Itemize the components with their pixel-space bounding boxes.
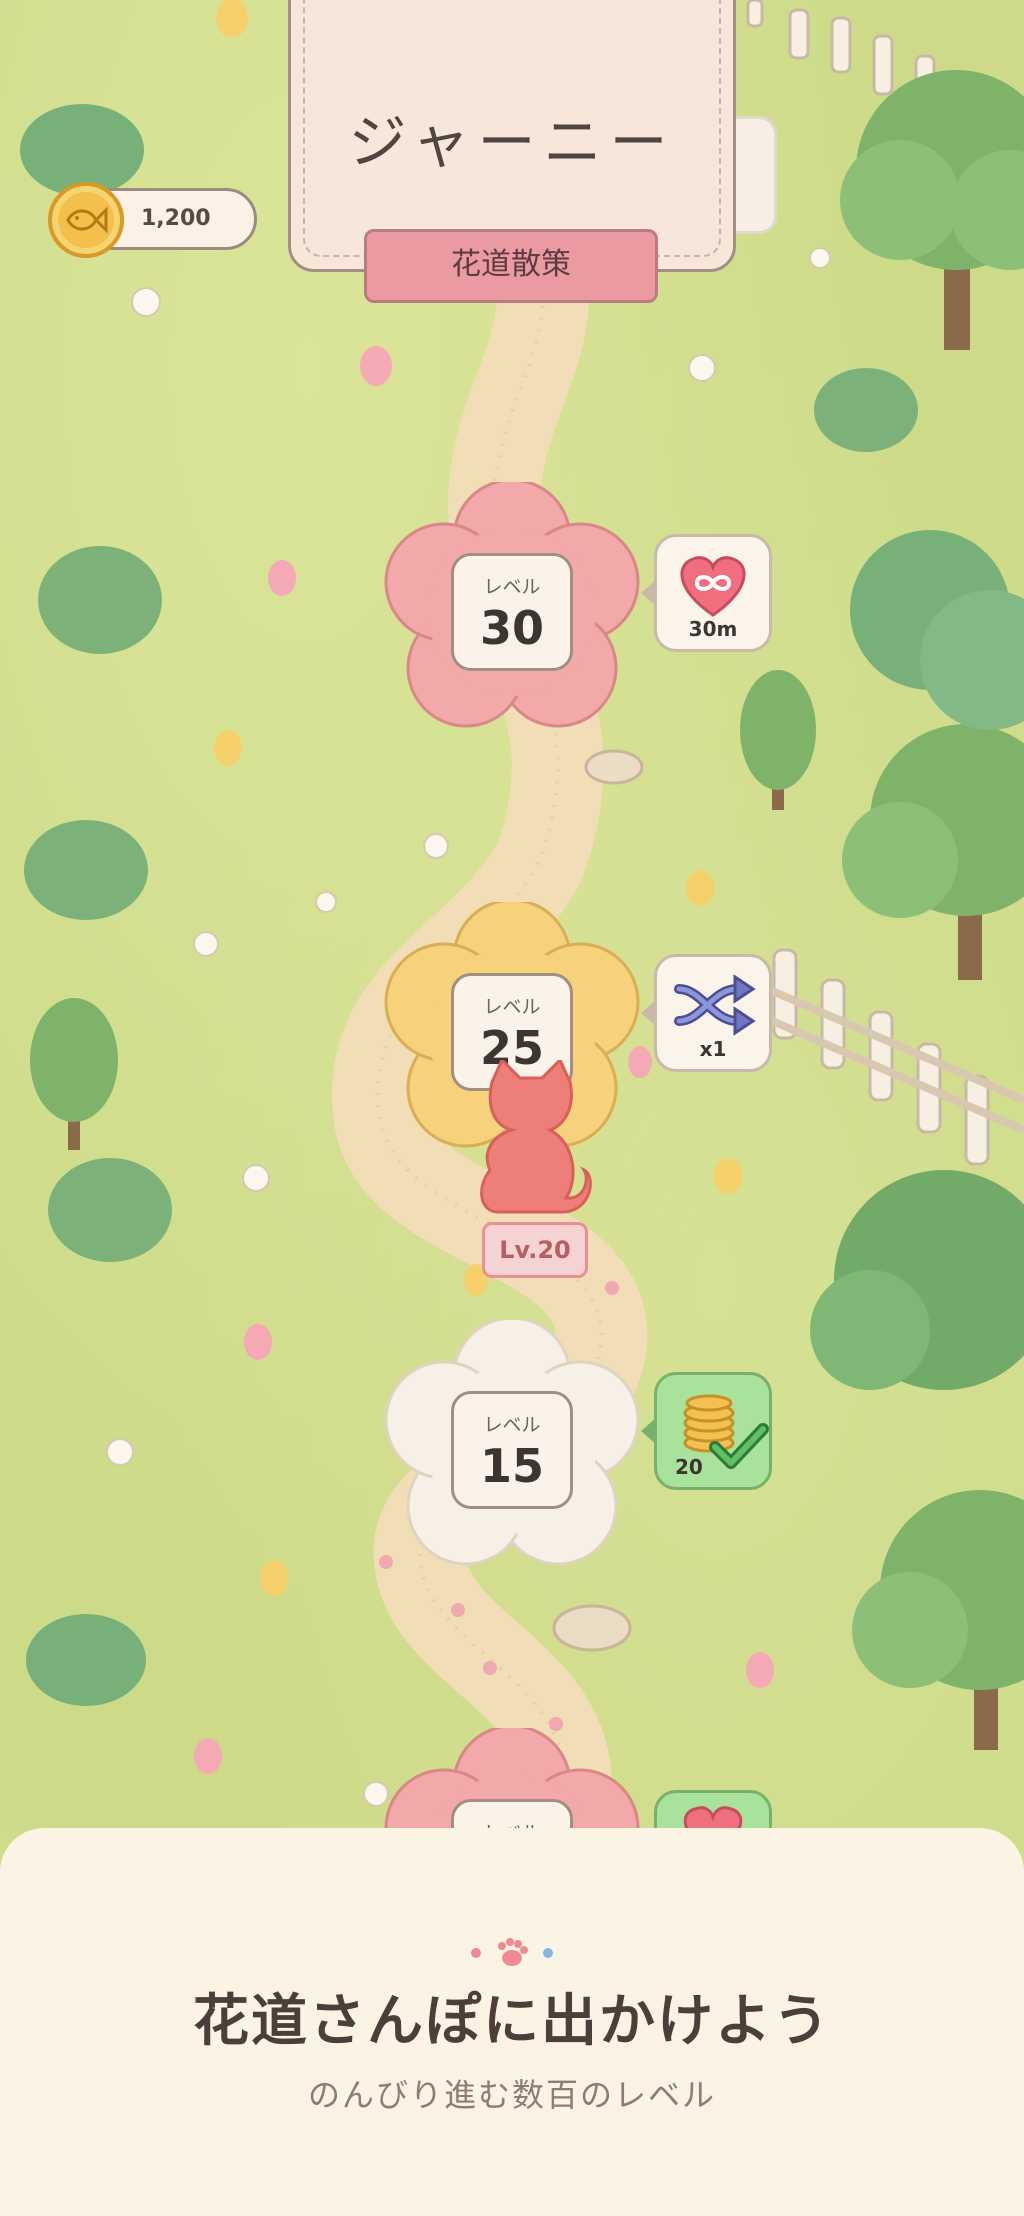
promo-subline: のんびり進む数百のレベル [307,2076,716,2114]
currency-amount: 1,200 [141,206,211,231]
level-box: レベル 15 [451,1391,573,1509]
journey-subtitle-chip: 花道散策 [364,229,658,303]
level-node-next[interactable]: レベル [382,1724,642,1830]
reward-level-25[interactable]: x1 [641,954,772,1072]
infinite-heart-icon [680,556,746,617]
reward-text: 20 [675,1455,703,1479]
shuffle-icon [674,974,756,1036]
level-number: 15 [479,1439,544,1493]
red-cat-icon [480,1060,592,1214]
reward-level-15-claimed[interactable]: 20 [641,1372,772,1490]
level-label: レベル [483,1414,541,1436]
journey-title: ジャーニー [348,108,676,176]
paw-divider-icon [471,1938,553,1966]
fish-coin-icon [48,182,124,258]
level-node-15[interactable]: レベル 15 [382,1316,642,1580]
level-number: 30 [479,601,544,655]
reward-level-30[interactable]: 30m [641,534,772,652]
reward-level-next[interactable] [654,1790,772,1830]
side-tab [730,116,777,234]
reward-text: 30m [688,617,738,641]
stepping-stone [584,749,644,785]
fence-middle [768,948,1024,1166]
player-level-badge: Lv.20 [482,1222,588,1278]
level-label: レベル [483,576,541,598]
heart-icon [683,1806,743,1830]
check-icon [709,1423,769,1469]
journey-map[interactable]: ジャーニー 花道散策 1,200 レベル 30 30m レベル 25 x1 Lv… [0,0,1024,1830]
promo-headline: 花道さんぽに出かけよう [193,1989,831,2054]
level-box: レベル 30 [451,553,573,671]
reward-text: x1 [699,1037,727,1061]
stepping-stone [552,1604,632,1652]
level-label: レベル [483,996,541,1018]
level-node-30[interactable]: レベル 30 [382,478,642,742]
level-box: レベル [451,1799,573,1830]
